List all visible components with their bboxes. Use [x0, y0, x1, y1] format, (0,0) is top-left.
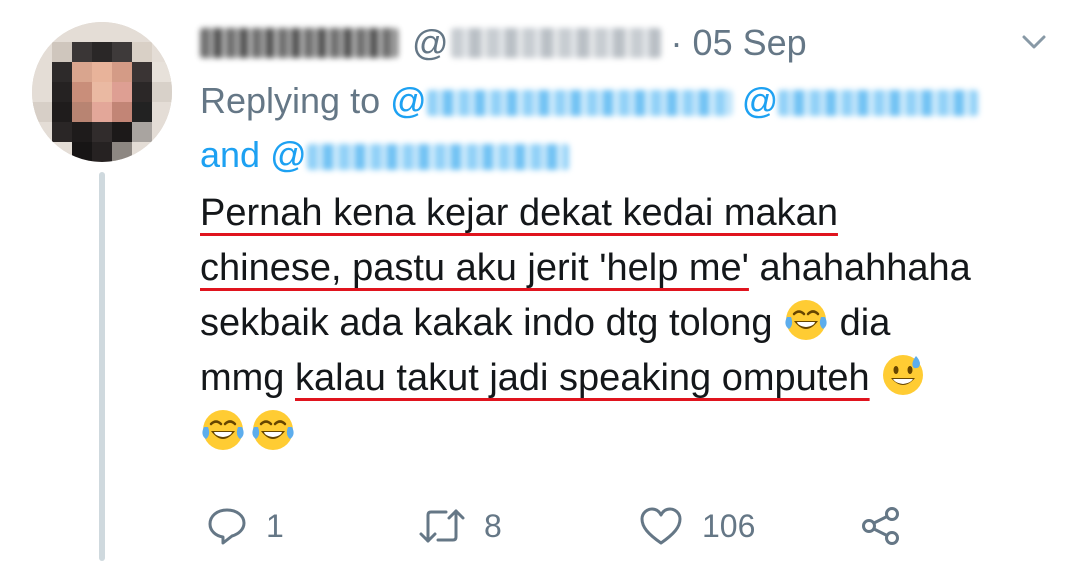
- chevron-down-icon[interactable]: [1016, 24, 1052, 60]
- tweet-line-5: [200, 406, 1060, 461]
- tweet-text-line2-rest: ahahahhaha: [748, 247, 971, 289]
- mention-redacted-3[interactable]: [306, 144, 569, 171]
- tears-of-joy-emoji-icon: [785, 300, 827, 340]
- avatar[interactable]: [32, 22, 172, 162]
- thread-line: [99, 172, 105, 561]
- tweet-actions: 1 8 106: [200, 496, 960, 556]
- tears-of-joy-emoji-icon: [252, 410, 294, 450]
- mention-redacted-1[interactable]: [426, 90, 732, 117]
- tweet-card: @ · 05 Sep Replying to @ @ and @ Pernah …: [0, 0, 1080, 561]
- tweet-header: @ · 05 Sep: [200, 18, 807, 68]
- avatar-image: [32, 22, 172, 162]
- tweet-text: Pernah kena kejar dekat kedai makan chin…: [200, 186, 1060, 461]
- replying-line-2: and @: [200, 128, 1020, 182]
- tears-of-joy-emoji-icon: [202, 410, 244, 450]
- tweet-line-3: sekbaik ada kakak indo dtg tolong dia: [200, 296, 1060, 351]
- replying-to: Replying to @ @ and @: [200, 74, 1020, 182]
- tweet-text-line4-underlined: kalau takut jadi speaking omputeh: [295, 357, 870, 399]
- tweet-line-2: chinese, pastu aku jerit 'help me' ahaha…: [200, 241, 1060, 296]
- like-button[interactable]: 106: [638, 496, 755, 556]
- tweet-text-line4-start: mmg: [200, 357, 295, 399]
- tweet-text-line2-underlined: chinese, pastu aku jerit 'help me': [200, 247, 749, 289]
- share-button[interactable]: [860, 496, 920, 556]
- retweet-button[interactable]: 8: [418, 496, 502, 556]
- tweet-text-line3: sekbaik ada kakak indo dtg tolong: [200, 302, 784, 344]
- tweet-text-line1: Pernah kena kejar dekat kedai makan: [200, 192, 838, 234]
- replying-and: and: [200, 134, 261, 175]
- separator-dot: ·: [670, 22, 683, 63]
- mention-redacted-2[interactable]: [778, 90, 979, 117]
- mention-at-2[interactable]: @: [742, 80, 779, 121]
- reply-count: 1: [266, 507, 284, 544]
- retweet-icon: [419, 509, 465, 543]
- display-name-redacted[interactable]: [200, 28, 398, 58]
- like-count: 106: [702, 507, 756, 544]
- tweet-text-line3-end: dia: [829, 302, 891, 344]
- heart-icon: [640, 507, 682, 545]
- handle-redacted[interactable]: [450, 28, 661, 58]
- tweet-line-1: Pernah kena kejar dekat kedai makan: [200, 186, 1060, 241]
- tweet-line-4: mmg kalau takut jadi speaking omputeh: [200, 351, 1060, 406]
- mention-at-3[interactable]: @: [270, 134, 307, 175]
- tweet-date[interactable]: 05 Sep: [693, 22, 807, 64]
- retweet-count: 8: [484, 507, 502, 544]
- reply-button[interactable]: 1: [206, 496, 284, 556]
- share-icon: [862, 507, 899, 545]
- replying-label: Replying to: [200, 80, 381, 121]
- mention-at-1[interactable]: @: [390, 80, 427, 121]
- reply-icon: [208, 508, 246, 545]
- handle-at: @: [412, 22, 449, 63]
- grinning-sweat-emoji-icon: [883, 355, 924, 395]
- replying-line-1: Replying to @ @: [200, 74, 1020, 128]
